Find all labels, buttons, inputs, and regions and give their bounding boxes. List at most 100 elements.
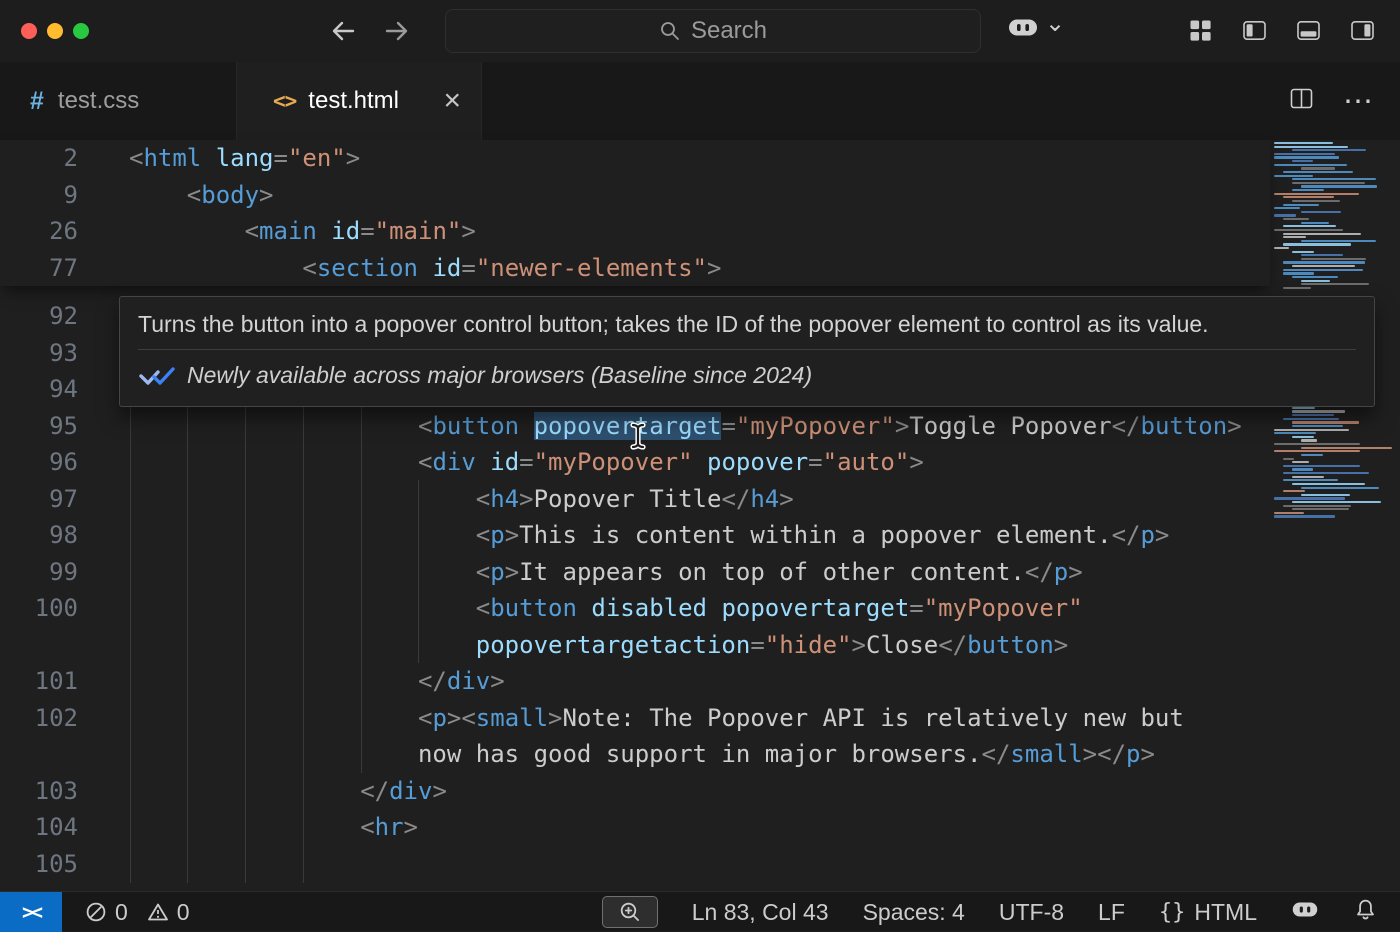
toggle-panel-button[interactable] [1295, 17, 1322, 49]
braces-icon: {} [1159, 900, 1186, 925]
code-line-99[interactable]: 99<p>It appears on top of other content.… [0, 554, 1270, 591]
split-editor-button[interactable] [1288, 85, 1315, 117]
tab-test-css[interactable]: # test.css [0, 62, 237, 140]
code-token: > [1083, 740, 1097, 768]
hover-divider [138, 349, 1356, 350]
code-token: p [490, 521, 504, 549]
code-token: > [447, 704, 461, 732]
copilot-status-button[interactable] [1291, 899, 1319, 926]
sticky-line-9[interactable]: 9<body> [0, 177, 1270, 214]
code-text: <button popovertarget="myPopover">Toggle… [129, 408, 1242, 445]
code-token: > [461, 217, 475, 245]
panel-bottom-icon [1295, 17, 1322, 44]
code-token: main [259, 217, 317, 245]
problems-indicator[interactable]: 0 0 [84, 892, 190, 932]
minimap-line [1301, 439, 1317, 441]
remote-icon: >< [22, 900, 40, 924]
minimap[interactable] [1270, 140, 1400, 891]
minimap-line [1274, 142, 1333, 144]
code-line-104[interactable]: 104<hr> [0, 809, 1270, 846]
code-token: = [360, 217, 374, 245]
minimap-line [1301, 254, 1343, 256]
code-token: > [505, 521, 519, 549]
code-token: > [519, 485, 533, 513]
forward-button[interactable] [382, 16, 412, 46]
sticky-line-26[interactable]: 26<main id="main"> [0, 213, 1270, 250]
eol-selector[interactable]: LF [1098, 899, 1125, 926]
line-number: 95 [0, 408, 78, 445]
code-token: = [909, 594, 923, 622]
code-line-101[interactable]: 101</div> [0, 663, 1270, 700]
minimap-line [1292, 501, 1381, 503]
code-token: "myPopover" [736, 412, 895, 440]
code-line-103[interactable]: 103</div> [0, 773, 1270, 810]
error-count: 0 [115, 899, 128, 926]
baseline-icon [138, 365, 176, 387]
code-token: > [346, 144, 360, 172]
tab-test-html[interactable]: <> test.html × [237, 62, 482, 140]
minimap-line [1301, 487, 1379, 489]
code-token: > [851, 631, 865, 659]
toggle-primary-sidebar-button[interactable] [1241, 17, 1268, 49]
window-zoom-button[interactable] [73, 23, 89, 39]
line-number: 101 [0, 663, 78, 700]
cursor-position[interactable]: Ln 83, Col 43 [692, 899, 829, 926]
language-label: HTML [1194, 899, 1257, 926]
minimap-line [1301, 222, 1329, 224]
encoding-selector[interactable]: UTF-8 [999, 899, 1064, 926]
minimap-line [1274, 443, 1360, 445]
code-token: < [418, 412, 432, 440]
code-token: = [721, 412, 735, 440]
sticky-line-2[interactable]: 2<html lang="en"> [0, 140, 1270, 177]
sticky-line-77[interactable]: 77<section id="newer-elements"> [0, 250, 1270, 287]
back-button[interactable] [328, 16, 358, 46]
language-selector[interactable]: {} HTML [1159, 899, 1257, 926]
minimap-line [1283, 458, 1294, 460]
code-line-100[interactable]: popovertargetaction="hide">Close</button… [0, 627, 1270, 664]
line-number: 102 [0, 700, 78, 737]
code-token: > [1140, 740, 1154, 768]
minimap-line [1274, 247, 1289, 249]
code-line-102[interactable]: now has good support in major browsers.<… [0, 736, 1270, 773]
search-input[interactable]: Search [445, 9, 981, 53]
minimap-line [1292, 461, 1309, 463]
code-text: <body> [129, 177, 274, 214]
code-token: p [1054, 558, 1068, 586]
arrow-left-icon [328, 16, 358, 46]
code-text: now has good support in major browsers.<… [129, 736, 1155, 773]
window-minimize-button[interactable] [47, 23, 63, 39]
code-line-105[interactable]: 105 [0, 846, 1270, 883]
zoom-indicator[interactable] [602, 896, 658, 928]
toggle-secondary-sidebar-button[interactable] [1349, 17, 1376, 49]
remote-indicator[interactable]: >< [0, 892, 62, 932]
minimap-line [1283, 272, 1314, 274]
code-text: <p><small>Note: The Popover API is relat… [129, 700, 1184, 737]
code-token: > [895, 412, 909, 440]
code-line-98[interactable]: 98<p>This is content within a popover el… [0, 517, 1270, 554]
code-token: </ [360, 777, 389, 805]
code-token: </ [1112, 521, 1141, 549]
code-token: = [750, 631, 764, 659]
copilot-menu-button[interactable]: ⌄ [1007, 16, 1065, 39]
line-number: 77 [0, 250, 78, 287]
code-line-100[interactable]: 100<button disabled popovertarget="myPop… [0, 590, 1270, 627]
indentation-selector[interactable]: Spaces: 4 [863, 899, 965, 926]
code-token: div [389, 777, 432, 805]
window-close-button[interactable] [21, 23, 37, 39]
minimap-line [1274, 175, 1313, 177]
line-number: 105 [0, 846, 78, 883]
code-line-97[interactable]: 97<h4>Popover Title</h4> [0, 481, 1270, 518]
code-token [693, 448, 707, 476]
minimap-line [1301, 185, 1377, 187]
minimap-line [1283, 218, 1309, 220]
notifications-bell-button[interactable] [1353, 897, 1378, 928]
code-line-102[interactable]: 102 <p><small>Note: The Popover API is re… [0, 700, 1270, 737]
code-token: "myPopover" [534, 448, 693, 476]
minimap-line [1274, 146, 1348, 148]
more-actions-button[interactable]: ⋯ [1343, 84, 1374, 119]
tab-close-button[interactable]: × [443, 86, 461, 116]
code-token: = [274, 144, 288, 172]
customize-layout-button[interactable] [1187, 17, 1214, 49]
code-token: > [404, 813, 418, 841]
titlebar: Search ⌄ [0, 0, 1400, 62]
